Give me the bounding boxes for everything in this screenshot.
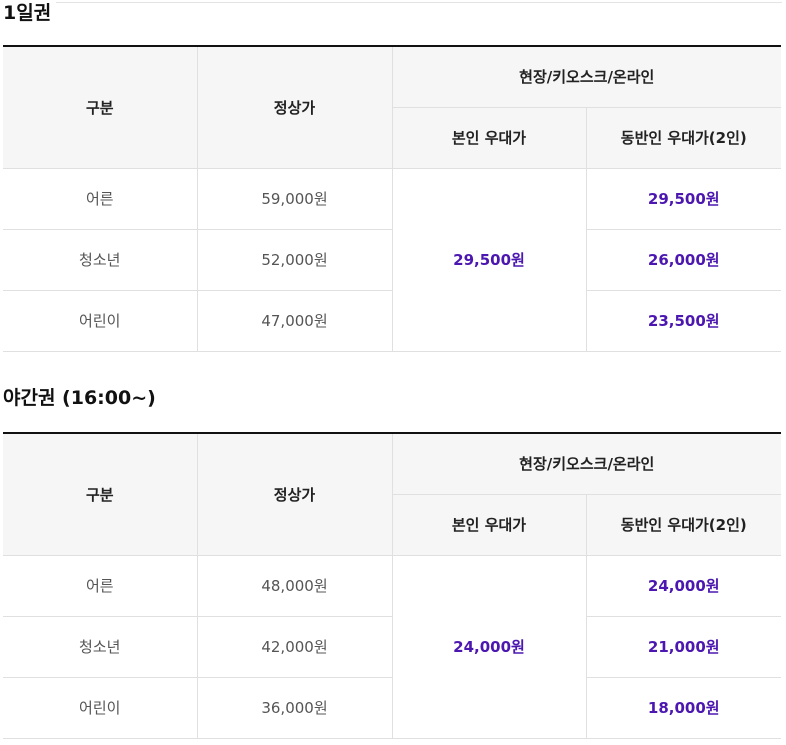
cell-category: 어른: [3, 555, 197, 617]
cell-category: 어린이: [3, 290, 197, 352]
top-divider: [56, 2, 782, 3]
cell-regular-price: 59,000원: [196, 168, 392, 230]
header-channel: 현장/키오스크/온라인: [391, 46, 782, 108]
cell-companion-price: 26,000원: [585, 229, 782, 291]
cell-companion-price: 23,500원: [585, 290, 782, 352]
header-category: 구분: [3, 46, 197, 169]
header-self-discount: 본인 우대가: [391, 107, 586, 169]
cell-category: 청소년: [3, 229, 197, 291]
cell-category: 어른: [3, 168, 197, 230]
cell-self-discount-price: 29,500원: [391, 168, 586, 352]
cell-companion-price: 21,000원: [585, 616, 782, 678]
cell-companion-price: 18,000원: [585, 677, 782, 739]
header-channel: 현장/키오스크/온라인: [391, 433, 782, 495]
header-regular-price: 정상가: [196, 46, 392, 169]
cell-category: 청소년: [3, 616, 197, 678]
cell-regular-price: 42,000원: [196, 616, 392, 678]
table-row: 어른 48,000원 24,000원 24,000원: [3, 555, 782, 739]
cell-self-discount-price: 24,000원: [391, 555, 586, 739]
header-regular-price: 정상가: [196, 433, 392, 556]
cell-regular-price: 52,000원: [196, 229, 392, 291]
table-header-row: 구분 정상가 현장/키오스크/온라인: [3, 433, 782, 556]
section-title-day-pass: 1일권: [3, 2, 52, 24]
section-title-night-pass: 야간권 (16:00~): [3, 387, 156, 409]
cell-category: 어린이: [3, 677, 197, 739]
price-table-day-pass: 구분 정상가 현장/키오스크/온라인 본인 우대가 동반인 우대가(2인) 어른…: [3, 45, 782, 352]
table-header-row: 구분 정상가 현장/키오스크/온라인: [3, 46, 782, 169]
table-row: 어른 59,000원 29,500원 29,500원: [3, 168, 782, 352]
cell-companion-price: 24,000원: [585, 555, 782, 617]
header-category: 구분: [3, 433, 197, 556]
cell-regular-price: 36,000원: [196, 677, 392, 739]
cell-regular-price: 48,000원: [196, 555, 392, 617]
header-companion-discount: 동반인 우대가(2인): [585, 494, 782, 556]
cell-regular-price: 47,000원: [196, 290, 392, 352]
header-self-discount: 본인 우대가: [391, 494, 586, 556]
cell-companion-price: 29,500원: [585, 168, 782, 230]
price-table-night-pass: 구분 정상가 현장/키오스크/온라인 본인 우대가 동반인 우대가(2인) 어른…: [3, 432, 782, 739]
header-companion-discount: 동반인 우대가(2인): [585, 107, 782, 169]
